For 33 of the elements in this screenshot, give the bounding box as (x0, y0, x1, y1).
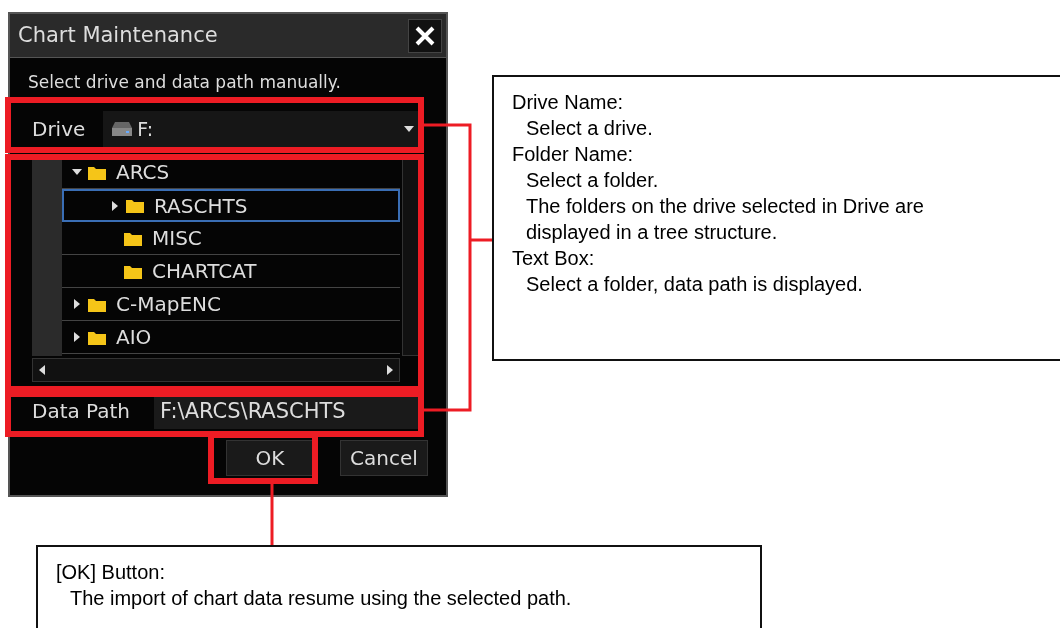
drive-label: Drive (32, 116, 86, 143)
callout-text: The folders on the drive selected in Drive are displayed in a tree structure. (525, 194, 925, 245)
close-button[interactable] (408, 18, 442, 53)
data-path-label: Data Path (32, 398, 131, 425)
callout-text: The import of chart data resume using the selected path. (69, 586, 573, 611)
expand-arrow-icon (72, 299, 82, 309)
scroll-left-icon (37, 365, 45, 375)
cancel-button[interactable]: Cancel (340, 440, 428, 476)
folder-icon (88, 164, 106, 180)
folder-icon (88, 329, 106, 345)
drive-icon (111, 121, 134, 137)
callout-heading: [OK] Button: (56, 560, 166, 585)
collapse-arrow-icon (72, 167, 82, 177)
expand-arrow-icon (110, 200, 120, 211)
folder-icon (126, 198, 144, 213)
caret-icon (404, 126, 414, 132)
callout-text: Select a drive. (525, 116, 654, 141)
ok-button[interactable]: OK (226, 440, 314, 476)
folder-icon (124, 230, 142, 246)
callout-heading: Folder Name: (512, 142, 635, 167)
instruction-text: Select drive and data path manually. (28, 72, 341, 92)
callout-heading: Drive Name: (512, 90, 625, 115)
expand-arrow-icon (72, 332, 82, 342)
window-title: Chart Maintenance (18, 21, 218, 49)
folder-icon (124, 263, 142, 279)
leader-line (270, 484, 274, 545)
callout-heading: Text Box: (512, 246, 596, 271)
callout-text: Select a folder, data path is displayed. (525, 272, 864, 297)
horizontal-scrollbar[interactable] (32, 358, 400, 382)
folder-icon (88, 296, 106, 312)
tree-item[interactable]: RASCHTS (62, 189, 400, 222)
callout-text: Select a folder. (525, 168, 660, 193)
scroll-right-icon (387, 365, 395, 375)
